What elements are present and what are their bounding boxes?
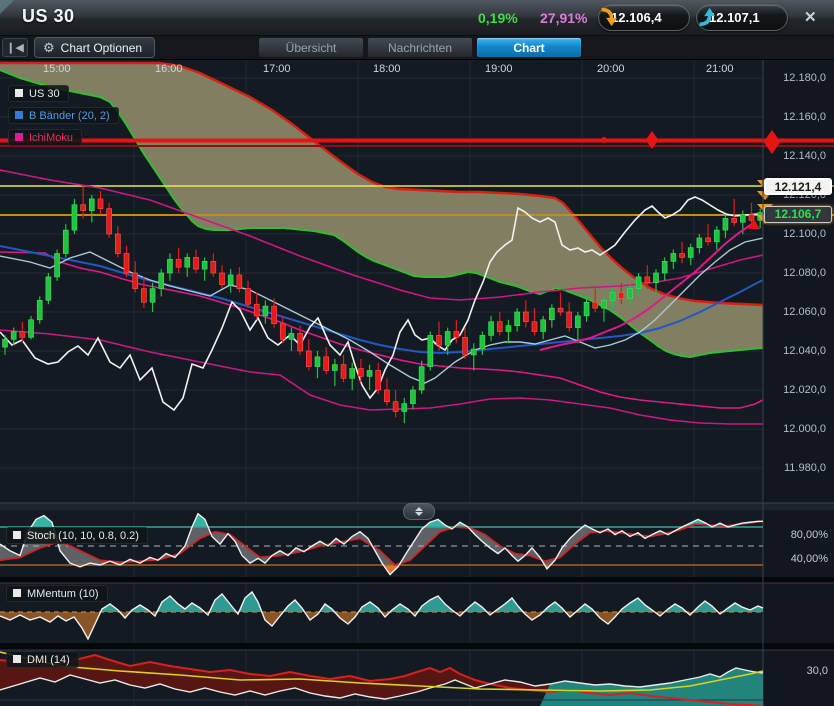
sell-price-button[interactable]: 12.106,4 bbox=[598, 4, 690, 31]
chart-options-button[interactable]: ⚙ Chart Optionen bbox=[34, 37, 155, 58]
time-tick: 15:00 bbox=[43, 63, 71, 75]
main-chart-canvas[interactable] bbox=[0, 60, 834, 706]
tab-übersicht[interactable]: Übersicht bbox=[258, 37, 364, 58]
sell-price: 12.106,4 bbox=[611, 10, 662, 25]
legend-swatch-icon bbox=[15, 111, 23, 119]
percent-change-green: 0,19% bbox=[478, 10, 518, 26]
tab-chart[interactable]: Chart bbox=[476, 37, 582, 58]
price-tick: 12.000,0 bbox=[768, 423, 826, 435]
toolbar: ❙◀ ⚙ Chart Optionen ÜbersichtNachrichtenC… bbox=[0, 36, 834, 60]
momentum-swatch-icon bbox=[13, 589, 21, 597]
time-tick: 17:00 bbox=[263, 63, 291, 75]
time-tick: 20:00 bbox=[597, 63, 625, 75]
price-tick: 12.020,0 bbox=[768, 384, 826, 396]
stoch-upper-level: 80,00% bbox=[768, 529, 828, 541]
price-tick: 12.060,0 bbox=[768, 306, 826, 318]
legend-item[interactable]: IchiMoku bbox=[8, 129, 82, 146]
time-tick: 19:00 bbox=[485, 63, 513, 75]
dmi-level: 30,0 bbox=[768, 665, 828, 677]
time-tick: 16:00 bbox=[155, 63, 183, 75]
collapse-panel-icon[interactable]: ❙◀ bbox=[2, 38, 28, 57]
dmi-swatch-icon bbox=[13, 655, 21, 663]
time-tick: 18:00 bbox=[373, 63, 401, 75]
tab-nachrichten[interactable]: Nachrichten bbox=[367, 37, 473, 58]
alert-price-tag: 12.121,4 bbox=[764, 178, 832, 195]
stoch-swatch-icon bbox=[13, 531, 21, 539]
buy-price-button[interactable]: 12.107,1 bbox=[696, 4, 788, 31]
gear-icon: ⚙ bbox=[43, 40, 55, 55]
price-tick: 12.080,0 bbox=[768, 267, 826, 279]
price-tick: 11.980,0 bbox=[768, 462, 826, 474]
buy-up-arrow-icon bbox=[697, 7, 715, 27]
splitter-up-icon bbox=[415, 507, 423, 511]
price-tick: 12.140,0 bbox=[768, 150, 826, 162]
title-bar: US 30 0,19% 27,91% 12.106,4 12.107,1 ✕ bbox=[0, 0, 834, 36]
splitter-down-icon bbox=[415, 512, 423, 516]
legend-item[interactable]: B Bänder (20, 2) bbox=[8, 107, 119, 124]
dmi-label[interactable]: DMI (14) bbox=[6, 651, 79, 668]
close-icon[interactable]: ✕ bbox=[804, 8, 817, 26]
legend-swatch-icon bbox=[15, 133, 23, 141]
percent-change-pink: 27,91% bbox=[540, 10, 587, 26]
stoch-lower-level: 40,00% bbox=[768, 553, 828, 565]
sell-down-arrow-icon bbox=[599, 7, 617, 27]
momentum-label[interactable]: MMentum (10) bbox=[6, 585, 108, 602]
legend-swatch-icon bbox=[15, 89, 23, 97]
buy-price: 12.107,1 bbox=[709, 10, 760, 25]
panel-splitter-handle[interactable] bbox=[403, 503, 435, 520]
chart-options-label: Chart Optionen bbox=[61, 41, 142, 55]
current-price-tag: 12.106,7 bbox=[764, 206, 832, 223]
chart-window: US 30 0,19% 27,91% 12.106,4 12.107,1 ✕ ❙… bbox=[0, 0, 834, 706]
price-tick: 12.100,0 bbox=[768, 228, 826, 240]
price-tick: 12.160,0 bbox=[768, 111, 826, 123]
instrument-title: US 30 bbox=[22, 6, 75, 27]
corner-logo-mark bbox=[0, 0, 14, 14]
price-tick: 12.180,0 bbox=[768, 72, 826, 84]
price-tick: 12.040,0 bbox=[768, 345, 826, 357]
stoch-label[interactable]: Stoch (10, 10, 0.8, 0.2) bbox=[6, 527, 148, 544]
legend-item[interactable]: US 30 bbox=[8, 85, 69, 102]
time-tick: 21:00 bbox=[706, 63, 734, 75]
